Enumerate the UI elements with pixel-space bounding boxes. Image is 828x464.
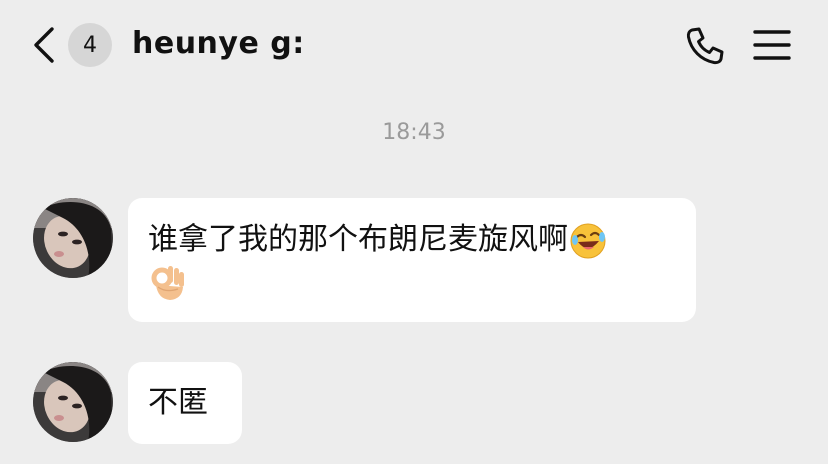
chevron-left-icon[interactable] bbox=[30, 25, 56, 65]
avatar-image bbox=[33, 198, 113, 278]
emoji-line bbox=[148, 260, 188, 304]
avatar-image bbox=[33, 362, 113, 442]
message-timestamp: 18:43 bbox=[382, 120, 446, 145]
message-bubble[interactable]: 不匿 bbox=[128, 362, 242, 444]
laughing-crying-face-emoji bbox=[570, 223, 606, 258]
message-text-row: 谁拿了我的那个布朗尼麦旋风啊 bbox=[148, 218, 608, 262]
message-bubble[interactable]: 谁拿了我的那个布朗尼麦旋风啊 bbox=[128, 198, 696, 322]
chat-header: 4 heunye g: bbox=[0, 0, 828, 90]
unread-count: 4 bbox=[83, 32, 97, 58]
avatar[interactable] bbox=[33, 198, 113, 278]
phone-icon[interactable] bbox=[683, 24, 727, 68]
ok-hand-emoji bbox=[151, 265, 184, 300]
message-text: 谁拿了我的那个布朗尼麦旋风啊 bbox=[148, 222, 568, 257]
message-text: 不匿 bbox=[148, 385, 208, 420]
avatar[interactable] bbox=[33, 362, 113, 442]
unread-count-badge[interactable]: 4 bbox=[68, 23, 112, 67]
menu-icon[interactable] bbox=[752, 27, 792, 63]
chat-title: heunye g: bbox=[132, 26, 305, 61]
